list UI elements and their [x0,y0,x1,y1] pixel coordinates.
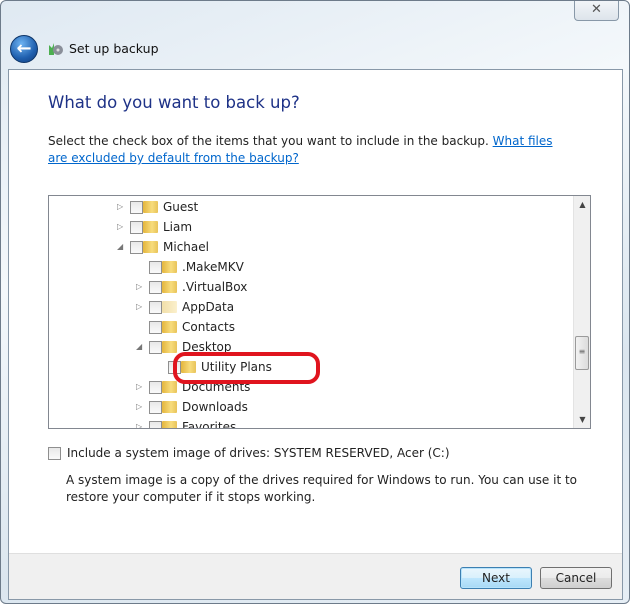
instruction-text: Select the check box of the items that y… [48,133,568,167]
tree-item-checkbox[interactable] [149,321,162,334]
collapsed-triangle-icon[interactable]: ▷ [136,397,144,417]
page-heading: What do you want to back up? [48,93,300,112]
collapsed-triangle-icon[interactable]: ▷ [136,277,144,297]
collapsed-triangle-icon[interactable]: ▷ [136,417,144,428]
folder-icon [162,301,177,313]
folder-icon [143,241,158,253]
tree-item[interactable]: Contacts [49,317,572,337]
collapsed-triangle-icon[interactable]: ▷ [117,217,125,237]
tree-item-label: AppData [182,300,235,314]
folder-icon [162,321,177,333]
tree-item[interactable]: ◢ Michael [49,237,572,257]
tree-item[interactable]: .MakeMKV [49,257,572,277]
tree-item-label: Guest [163,200,199,214]
next-button[interactable]: Next [460,567,532,589]
tree-item-checkbox[interactable] [149,421,162,428]
tree-item-label: Liam [163,220,193,234]
tree-item-label: Downloads [182,400,248,414]
close-button[interactable]: ✕ [574,1,619,21]
folder-icon [162,381,177,393]
close-icon: ✕ [591,2,602,17]
scroll-down-arrow-icon[interactable]: ▼ [574,411,590,428]
tree-item-checkbox[interactable] [149,281,162,294]
window-title: Set up backup [69,41,159,56]
tree-item-checkbox[interactable] [130,221,143,234]
tree-item-label: Michael [163,240,209,254]
tree-item-checkbox[interactable] [149,301,162,314]
folder-icon [143,221,158,233]
system-image-description: A system image is a copy of the drives r… [66,473,578,504]
tree-item[interactable]: ▷ .VirtualBox [49,277,572,297]
button-bar: Next Cancel [9,553,622,599]
back-arrow-icon: ← [16,38,32,59]
tree-item-label: Contacts [182,320,235,334]
system-image-label: Include a system image of drives: SYSTEM… [67,446,450,460]
tree-item[interactable]: ▷ Guest [49,197,572,217]
expanded-triangle-icon[interactable]: ◢ [136,337,144,357]
collapsed-triangle-icon[interactable]: ▷ [136,297,144,317]
collapsed-triangle-icon[interactable]: ▷ [136,377,144,397]
tree-item-checkbox[interactable] [130,201,143,214]
highlight-circle [173,352,320,384]
cancel-button[interactable]: Cancel [540,567,612,589]
tree-item-checkbox[interactable] [149,381,162,394]
folder-icon [162,281,177,293]
back-button[interactable]: ← [10,35,38,63]
scrollbar-thumb[interactable]: ≡ [575,336,589,370]
expanded-triangle-icon[interactable]: ◢ [117,237,125,257]
tree-item-checkbox[interactable] [149,341,162,354]
tree-scrollbar[interactable]: ▲ ≡ ▼ [573,196,590,428]
folder-icon [162,421,177,428]
backup-app-icon [49,43,63,55]
folder-icon [162,341,177,353]
folder-icon [143,201,158,213]
tree-item-checkbox[interactable] [149,261,162,274]
folder-tree[interactable]: ▷ Favorites ▷ Downloads ▷ Documents Utility Pl… [48,195,591,429]
tree-item[interactable]: ▷ AppData [49,297,572,317]
tree-item[interactable]: ▷ Downloads [49,397,572,417]
scroll-up-arrow-icon[interactable]: ▲ [574,196,590,213]
content-panel: What do you want to back up? Select the … [8,69,623,600]
tree-item-label: .MakeMKV [182,260,244,274]
folder-icon [162,261,177,273]
folder-icon [162,401,177,413]
tree-item[interactable]: ▷ Liam [49,217,572,237]
backup-window: ✕ ← Set up backup What do you want to ba… [0,0,630,604]
tree-item-checkbox[interactable] [149,401,162,414]
tree-item-label: .VirtualBox [182,280,248,294]
collapsed-triangle-icon[interactable]: ▷ [117,197,125,217]
system-image-checkbox[interactable] [48,447,61,460]
instruction-label: Select the check box of the items that y… [48,134,493,148]
tree-item[interactable]: ▷ Favorites [49,417,572,429]
tree-item-label: Favorites [182,420,237,429]
tree-item-checkbox[interactable] [130,241,143,254]
